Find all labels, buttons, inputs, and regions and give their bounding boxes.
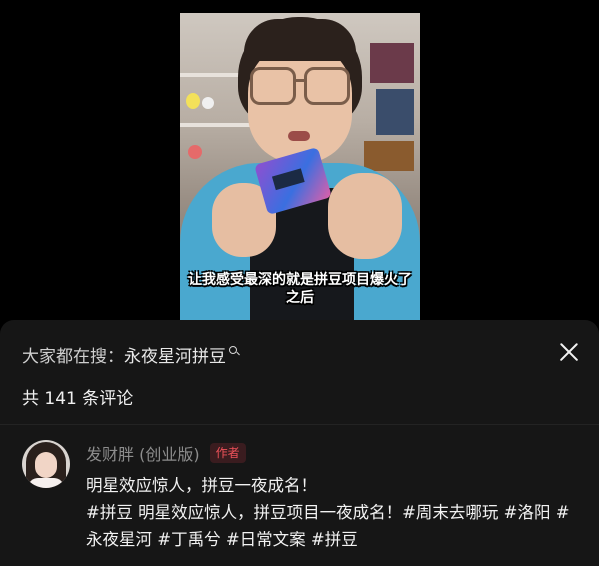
- poster: [370, 43, 414, 83]
- search-suggestion-label: 大家都在搜：: [22, 346, 124, 367]
- comment-count: 共 141 条评论: [22, 389, 134, 409]
- comments-panel: 大家都在搜： 永夜星河拼豆 共 141 条评论 发财胖 (创业版) 作者 明星效…: [0, 320, 599, 566]
- poster: [376, 89, 414, 135]
- search-suggestion-keyword[interactable]: 永夜星河拼豆: [124, 342, 226, 367]
- search-suggestion[interactable]: 大家都在搜： 永夜星河拼豆: [22, 342, 240, 367]
- author-name[interactable]: 发财胖 (创业版): [86, 441, 200, 465]
- glasses-lens: [250, 67, 296, 105]
- person-hand: [328, 173, 402, 259]
- glasses-bridge: [293, 79, 305, 82]
- avatar[interactable]: [22, 440, 70, 488]
- divider: [0, 424, 599, 425]
- close-icon[interactable]: [556, 339, 582, 365]
- toy-figure: [188, 145, 202, 159]
- author-badge: 作者: [209, 443, 246, 463]
- toy-figure: [202, 97, 214, 109]
- glasses-lens: [304, 67, 350, 105]
- person-bangs: [244, 19, 356, 61]
- comment-line: 明星效应惊人，拼豆一夜成名！: [86, 476, 317, 495]
- video-subtitle: 让我感受最深的就是拼豆项目爆火了之后: [188, 272, 412, 306]
- poster: [364, 141, 414, 171]
- search-icon[interactable]: [228, 346, 240, 362]
- toy-figure: [186, 93, 200, 109]
- text-fade-overlay: [439, 532, 599, 566]
- video-player[interactable]: 让我感受最深的就是拼豆项目爆火了之后: [180, 13, 420, 323]
- person-mouth: [288, 131, 310, 141]
- author-line: 发财胖 (创业版) 作者: [86, 440, 582, 466]
